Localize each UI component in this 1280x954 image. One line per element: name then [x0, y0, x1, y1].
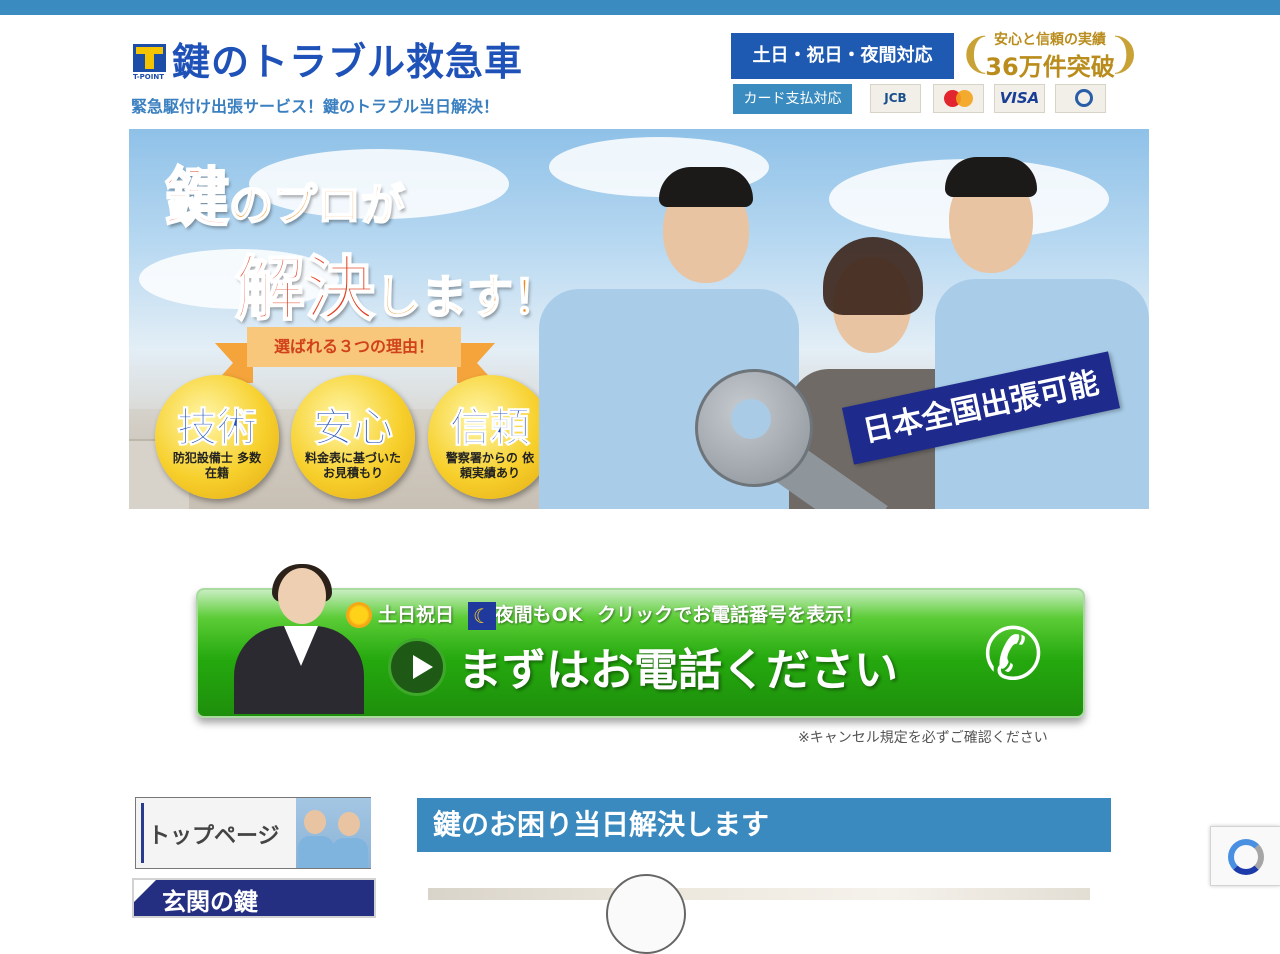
content-image: [428, 874, 1090, 954]
sidebar-accent-bar: [141, 803, 144, 863]
diners-ring: [1075, 89, 1093, 107]
medal-sub: 料金表に基づいた お見積もり: [305, 451, 402, 480]
medal-safety: 安心 料金表に基づいた お見積もり: [291, 375, 415, 499]
hair: [659, 167, 753, 207]
headline-key: 鍵: [164, 161, 230, 237]
logo-badge-label: T-POINT: [133, 73, 164, 81]
hair: [945, 157, 1037, 197]
sidebar-item-top-page[interactable]: トップページ: [135, 797, 371, 869]
sidebar-item-door-key[interactable]: 玄関の鍵: [132, 878, 376, 918]
mastercard-orange-circle: [956, 90, 973, 107]
hair: [823, 237, 923, 315]
recaptcha-icon[interactable]: [1210, 826, 1280, 886]
diners-card-icon: [1055, 84, 1106, 113]
medal-sub: 警察署からの 依頼実績あり: [445, 451, 535, 480]
recaptcha-ring: [1228, 839, 1264, 875]
medal-technique: 技術 防犯設備士 多数在籍: [155, 375, 279, 499]
visa-card-icon: VISA: [994, 84, 1045, 113]
moon-icon: ☾: [468, 602, 496, 630]
play-icon: [388, 638, 446, 696]
corner-accent: [134, 880, 156, 902]
call-click: クリックでお電話番号を表示！: [597, 604, 864, 626]
site-title[interactable]: 鍵のトラブル救急車: [172, 38, 523, 86]
staff-face: [304, 810, 326, 834]
headline2-big: 解決: [234, 247, 376, 331]
card-payment-badge: カード支払対応: [733, 84, 852, 114]
medal-title: 信頼: [450, 405, 531, 452]
mastercard-card-icon: [933, 84, 984, 113]
headline2-rest: します！: [374, 269, 560, 325]
call-subtext: 土日祝日 夜間もOK クリックでお電話番号を表示！: [344, 600, 863, 627]
hero-headline-2: 解決します！: [234, 233, 560, 334]
phone-icon: ✆: [982, 612, 1044, 696]
medal-sub: 防犯設備士 多数在籍: [172, 451, 262, 480]
t-point-logo-icon[interactable]: T-POINT: [133, 44, 166, 82]
medal-trust: 信頼 警察署からの 依頼実績あり: [428, 375, 552, 499]
key-hole: [731, 399, 771, 439]
medal-title: 技術: [177, 405, 258, 452]
cancel-policy-note: ※キャンセル規定を必ずご確認ください: [798, 730, 1048, 746]
section-title: 鍵のお困り当日解決します: [417, 798, 1111, 852]
hero-headline-1: 鍵のプロが: [164, 147, 406, 239]
record-badge: ❨ ❨ 安心と信頼の実績 36万件突破: [958, 27, 1142, 83]
logo-t-stem: [145, 47, 154, 69]
top-accent-bar: [0, 0, 1280, 15]
record-count: 36万件突破: [985, 53, 1115, 81]
operator-image: [214, 560, 390, 714]
headline-rest: のプロが: [228, 179, 406, 232]
medal-title: 安心: [313, 405, 394, 452]
hours-badge: 土日・祝日・夜間対応: [731, 33, 954, 79]
operator-face: [278, 568, 326, 624]
record-caption: 安心と信頼の実績: [994, 32, 1106, 48]
call-night: 夜間もOK: [494, 604, 583, 626]
tagline: 緊急駆付け出張サービス！鍵のトラブル当日解決！: [131, 97, 500, 116]
sidebar-staff-image: [296, 798, 371, 868]
content-circle: [606, 874, 686, 954]
hero-banner: 鍵のプロが 解決します！ 選ばれる３つの理由！ 技術 防犯設備士 多数在籍 安心…: [129, 129, 1149, 509]
reasons-ribbon: 選ばれる３つの理由！: [247, 327, 461, 367]
staff-shirt: [332, 838, 368, 868]
staff-shirt: [298, 836, 334, 868]
staff-face: [338, 812, 360, 836]
sidebar-item-label: トップページ: [148, 824, 280, 849]
call-main-label: まずはお電話ください: [458, 645, 898, 696]
jcb-card-icon: JCB: [870, 84, 921, 113]
